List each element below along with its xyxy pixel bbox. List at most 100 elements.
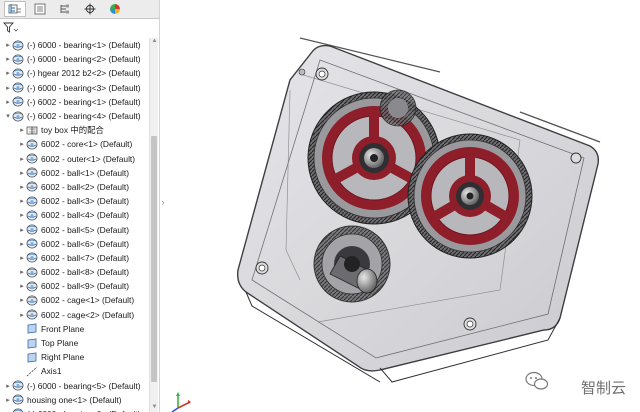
graphics-viewport[interactable]: 智制云: [166, 0, 640, 412]
plane-icon: [26, 323, 38, 334]
panel-tab-bar: [0, 0, 159, 19]
expand-arrow-icon[interactable]: ▸: [18, 210, 26, 220]
filter-row: [0, 20, 150, 36]
expand-arrow-icon[interactable]: ▸: [18, 267, 26, 277]
expand-arrow-icon[interactable]: ▸: [4, 395, 12, 405]
tree-item-label: toy box 中的配合: [41, 125, 104, 136]
tree-item[interactable]: ▸ (-) 6000 - bearing<3> (Default): [0, 81, 150, 95]
part-icon: [26, 167, 38, 178]
scroll-down-arrow-icon[interactable]: ▼: [150, 404, 159, 412]
tree-item[interactable]: ▸ toy box 中的配合: [0, 123, 150, 137]
expand-arrow-icon[interactable]: ▸: [18, 310, 26, 320]
expand-arrow-icon[interactable]: ▸: [18, 139, 26, 149]
expand-arrow-icon[interactable]: ▸: [18, 239, 26, 249]
gearbox-assembly-model[interactable]: [166, 0, 640, 412]
expand-arrow-icon[interactable]: ▸: [4, 381, 12, 391]
tree-item[interactable]: ▸ 6002 - ball<9> (Default): [0, 279, 150, 293]
collapse-arrow-icon[interactable]: ▾: [4, 111, 12, 121]
tree-item[interactable]: ▸ 6002 - ball<1> (Default): [0, 166, 150, 180]
tree-item-label: 6002 - ball<9> (Default): [41, 281, 129, 292]
tree-item[interactable]: Right Plane: [0, 350, 150, 364]
part-icon: [12, 111, 24, 122]
part-icon: [12, 68, 24, 79]
axis-triad-icon: [171, 392, 191, 412]
plane-icon: [26, 338, 38, 349]
expand-arrow-icon[interactable]: ▸: [18, 253, 26, 263]
part-icon: [12, 54, 24, 65]
expand-arrow-icon[interactable]: ▸: [18, 182, 26, 192]
tree-item-label: (-) 6002 - bearing<4> (Default): [27, 111, 141, 122]
part-icon: [26, 267, 38, 278]
tree-item[interactable]: ▸ 6002 - ball<6> (Default): [0, 237, 150, 251]
part-icon: [12, 380, 24, 391]
tree-item[interactable]: ▸ 6002 - cage<2> (Default): [0, 308, 150, 322]
part-icon: [26, 295, 38, 306]
tree-item-label: 6002 - core<1> (Default): [41, 139, 133, 150]
tree-item[interactable]: ▸ 6002 - ball<2> (Default): [0, 180, 150, 194]
expand-arrow-icon[interactable]: ▸: [18, 225, 26, 235]
tree-item-label: 6002 - ball<4> (Default): [41, 210, 129, 221]
filter-icon[interactable]: [3, 22, 19, 34]
tree-item[interactable]: ▸ 6002 - outer<1> (Default): [0, 152, 150, 166]
property-manager-tab[interactable]: [29, 1, 51, 17]
tree-item[interactable]: ▸ 6002 - ball<5> (Default): [0, 222, 150, 236]
tree-item-label: 6002 - ball<6> (Default): [41, 238, 129, 249]
tree-item[interactable]: ▸ 6002 - ball<7> (Default): [0, 251, 150, 265]
part-icon: [26, 281, 38, 292]
tree-item[interactable]: ▸ 6002 - cage<1> (Default): [0, 293, 150, 307]
tree-item[interactable]: ▸ 6002 - core<1> (Default): [0, 137, 150, 151]
part-icon: [12, 394, 24, 405]
tree-item-label: 6002 - ball<1> (Default): [41, 167, 129, 178]
tree-item[interactable]: ▸(-) 6000 - bearing<6> (Default): [0, 407, 150, 412]
tree-scrollbar[interactable]: ▲ ▼: [149, 38, 158, 412]
small-gear-top: [379, 89, 417, 127]
feature-manager-tab[interactable]: [4, 1, 26, 17]
part-icon: [12, 96, 24, 107]
part-icon: [26, 224, 38, 235]
tree-item-label: 6002 - cage<1> (Default): [41, 295, 135, 306]
expand-arrow-icon[interactable]: ▸: [4, 54, 12, 64]
feature-manager-panel: ▸ (-) 6000 - bearing<1> (Default) ▸ (-) 600…: [0, 0, 160, 412]
tree-item[interactable]: ▾ (-) 6002 - bearing<4> (Default): [0, 109, 150, 123]
tree-item[interactable]: ▸ (-) hgear 2012 b2<2> (Default): [0, 66, 150, 80]
tree-item[interactable]: ▸ housing one<1> (Default): [0, 393, 150, 407]
tree-item-label: housing one<1> (Default): [27, 394, 122, 405]
scrollbar-thumb[interactable]: [151, 136, 157, 382]
scroll-up-arrow-icon[interactable]: ▲: [150, 38, 159, 46]
display-manager-tab[interactable]: [104, 1, 126, 17]
tree-item[interactable]: ▸ (-) 6000 - bearing<5> (Default): [0, 379, 150, 393]
tree-item-label: Top Plane: [41, 338, 79, 349]
part-icon: [12, 82, 24, 93]
part-icon: [26, 309, 38, 320]
tree-item-label: 6002 - cage<2> (Default): [41, 309, 135, 320]
tree-item[interactable]: ▸ 6002 - ball<8> (Default): [0, 265, 150, 279]
tree-item[interactable]: ▸ 6002 - ball<3> (Default): [0, 194, 150, 208]
tree-item-label: Axis1: [41, 366, 62, 377]
expand-arrow-icon[interactable]: ▸: [4, 40, 12, 50]
expand-arrow-icon[interactable]: ▸: [4, 68, 12, 78]
tree-item-label: 6002 - ball<2> (Default): [41, 181, 129, 192]
tree-item[interactable]: ▸ 6002 - ball<4> (Default): [0, 208, 150, 222]
expand-arrow-icon[interactable]: ▸: [18, 168, 26, 178]
expand-arrow-icon[interactable]: ▸: [18, 196, 26, 206]
tree-item[interactable]: Front Plane: [0, 322, 150, 336]
tree-item[interactable]: Top Plane: [0, 336, 150, 350]
dimxpert-tab[interactable]: [79, 1, 101, 17]
tree-item[interactable]: Axis1: [0, 364, 150, 378]
expand-arrow-icon[interactable]: ▸: [4, 83, 12, 93]
tree-item-label: 6002 - ball<7> (Default): [41, 252, 129, 263]
configuration-icon: [60, 4, 69, 14]
expand-arrow-icon[interactable]: ▸: [18, 281, 26, 291]
expand-arrow-icon[interactable]: ▸: [18, 295, 26, 305]
expand-arrow-icon[interactable]: ▸: [18, 125, 26, 135]
expand-arrow-icon[interactable]: ▸: [18, 154, 26, 164]
tree-item[interactable]: ▸ (-) 6000 - bearing<2> (Default): [0, 52, 150, 66]
part-icon: [12, 408, 24, 412]
tree-item[interactable]: ▸ (-) 6002 - bearing<1> (Default): [0, 95, 150, 109]
wechat-icon: [525, 371, 549, 390]
configuration-manager-tab[interactable]: [54, 1, 76, 17]
tree-item[interactable]: ▸ (-) 6000 - bearing<1> (Default): [0, 38, 150, 52]
expand-arrow-icon[interactable]: ▸: [4, 97, 12, 107]
